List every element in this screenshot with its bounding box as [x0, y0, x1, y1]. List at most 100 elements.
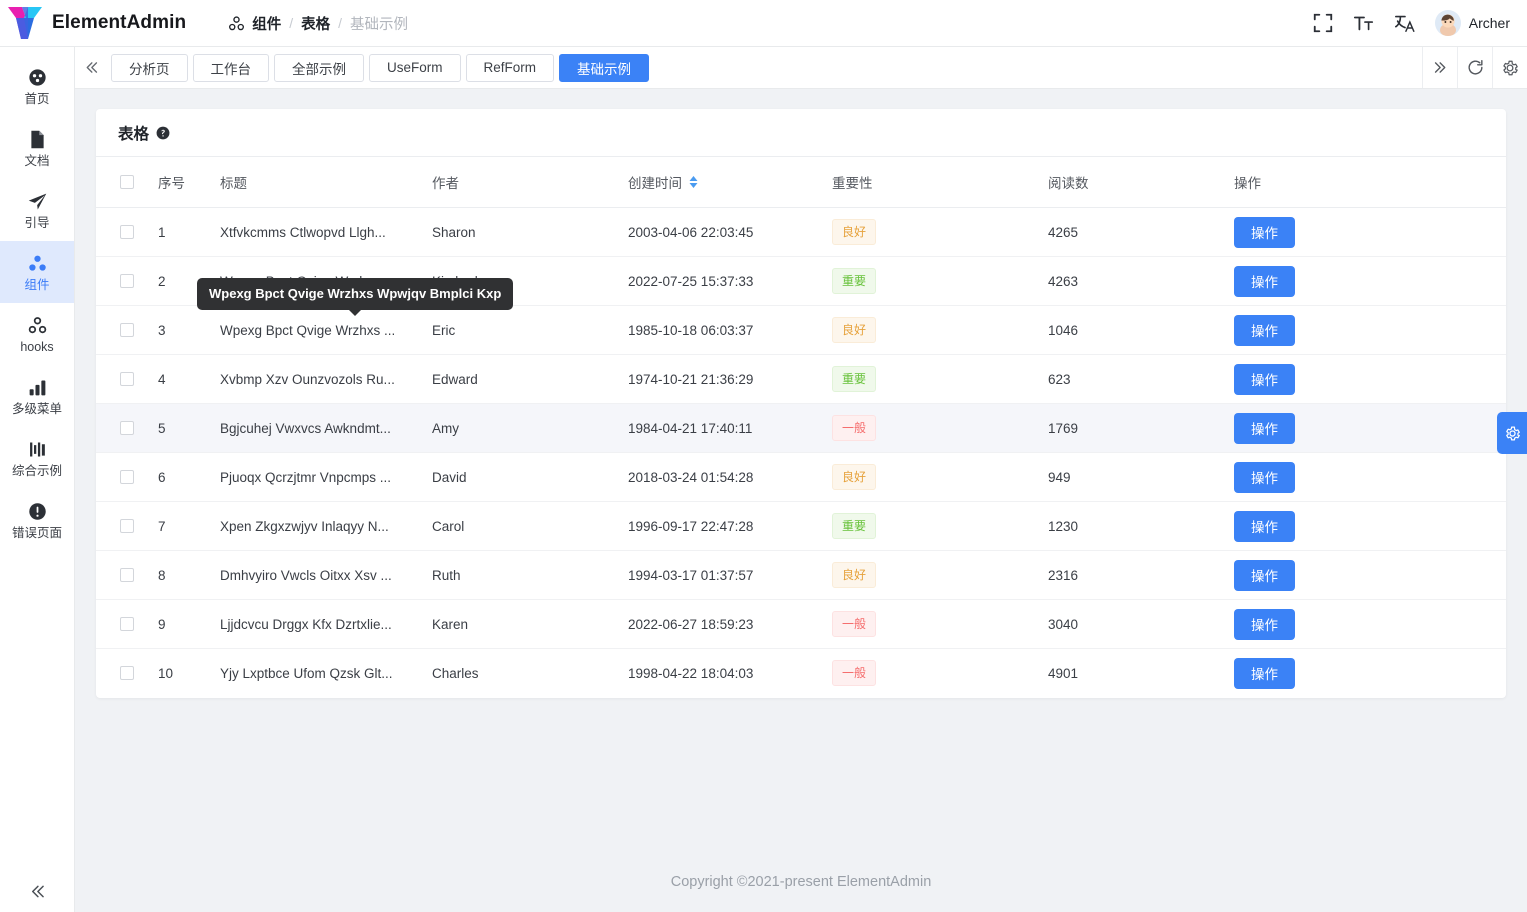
theme-settings-button[interactable] — [1497, 412, 1527, 454]
cell-title[interactable]: Xvbmp Xzv Ounzvozols Ru... — [220, 354, 432, 404]
question-mark-icon[interactable] — [156, 126, 170, 140]
cell-date: 1985-10-18 06:03:37 — [628, 305, 832, 355]
row-checkbox[interactable] — [120, 666, 134, 681]
breadcrumb-item-0[interactable]: 组件 — [252, 13, 281, 34]
row-action-button[interactable]: 操作 — [1234, 559, 1295, 591]
table-row[interactable]: 5 Bgjcuhej Vwxvcs Awkndmt... Amy 1984-04-21… — [96, 403, 1506, 453]
cell-title[interactable]: Pjuoqx Qcrzjtmr Vnpcmps ... — [220, 452, 432, 502]
sidebar-item-comprehensive[interactable]: 综合示例 — [0, 427, 74, 489]
col-header-author: 作者 — [432, 157, 628, 208]
user-menu[interactable]: Archer — [1434, 10, 1510, 36]
row-action-button[interactable]: 操作 — [1234, 314, 1295, 346]
col-header-date[interactable]: 创建时间 — [628, 157, 832, 208]
row-action-button[interactable]: 操作 — [1234, 363, 1295, 395]
cell-date: 1996-09-17 22:47:28 — [628, 501, 832, 551]
row-select-cell — [96, 452, 158, 502]
row-action-button[interactable]: 操作 — [1234, 510, 1295, 542]
cell-title[interactable]: Xpen Zkgxzwjyv Inlaqyy N... — [220, 501, 432, 551]
row-action-button[interactable]: 操作 — [1234, 216, 1295, 248]
table-row[interactable]: 9 Ljjdcvcu Drggx Kfx Dzrtxlie... Karen 2022… — [96, 599, 1506, 649]
row-checkbox[interactable] — [120, 274, 134, 288]
row-checkbox[interactable] — [120, 470, 134, 484]
row-action-button[interactable]: 操作 — [1234, 657, 1295, 689]
language-icon[interactable] — [1394, 12, 1416, 34]
cell-index: 6 — [158, 452, 220, 502]
cell-title[interactable]: Yjy Lxptbce Ufom Qzsk Glt... — [220, 649, 432, 698]
table-row[interactable]: 3 Wpexg Bpct Qvige Wrzhxs ... Eric 1985-10-… — [96, 305, 1506, 355]
row-action-button[interactable]: 操作 — [1234, 461, 1295, 493]
sidebar-item-error-page[interactable]: 错误页面 — [0, 489, 74, 551]
cell-title-text: Bgjcuhej Vwxvcs Awkndmt... — [220, 420, 391, 436]
row-checkbox[interactable] — [120, 372, 134, 386]
double-chevron-left-icon — [31, 885, 44, 897]
cell-title[interactable]: Wpexg Bpct Qvige Wrzhxs ... — [220, 305, 432, 355]
avatar — [1434, 10, 1461, 36]
cell-reads: 1046 — [1048, 305, 1234, 355]
col-header-title: 标题 — [220, 157, 432, 208]
cell-reads: 4263 — [1048, 256, 1234, 306]
tab-settings-button[interactable] — [1492, 47, 1527, 88]
collapse-sidebar-button[interactable] — [0, 870, 74, 912]
table-row[interactable]: 4 Xvbmp Xzv Ounzvozols Ru... Edward 1974-10… — [96, 354, 1506, 404]
cell-title[interactable]: Dmhvyiro Vwcls Oitxx Xsv ... — [220, 550, 432, 600]
cell-index: 7 — [158, 501, 220, 551]
table-row[interactable]: 1 Xtfvkcmms Ctlwopvd Llgh... Sharon 2003-04… — [96, 207, 1506, 257]
fullscreen-icon[interactable] — [1312, 12, 1334, 34]
table-row[interactable]: 6 Pjuoqx Qcrzjtmr Vnpcmps ... David 2018-03… — [96, 452, 1506, 502]
table-header-row: 序号 标题 作者 创建时间 重要性 阅读数 操作 — [96, 157, 1506, 208]
row-action-button[interactable]: 操作 — [1234, 265, 1295, 297]
cell-index: 8 — [158, 550, 220, 600]
table-card: 表格 序号 标题 作者 创建时间 重要性 阅读数 操作 1 Xtfvkcmms … — [96, 109, 1506, 698]
tab-scroll-left-button[interactable] — [75, 47, 107, 88]
cell-title[interactable]: Xtfvkcmms Ctlwopvd Llgh... — [220, 207, 432, 257]
sidebar-item-document[interactable]: 文档 — [0, 117, 74, 179]
cell-action: 操作 — [1234, 550, 1506, 600]
table-row[interactable]: 7 Xpen Zkgxzwjyv Inlaqyy N... Carol 1996-09… — [96, 501, 1506, 551]
breadcrumb-item-1[interactable]: 表格 — [301, 13, 330, 34]
sort-by-date[interactable]: 创建时间 — [628, 172, 699, 192]
row-checkbox[interactable] — [120, 568, 134, 582]
cell-title[interactable]: Bgjcuhej Vwxvcs Awkndmt... — [220, 403, 432, 453]
brand-title: ElementAdmin — [52, 12, 187, 33]
sidebar-item-multi-menu[interactable]: 多级菜单 — [0, 365, 74, 427]
tab-workbench[interactable]: 工作台 — [192, 53, 269, 82]
cell-importance: 重要 — [832, 501, 1048, 551]
tab-analysis[interactable]: 分析页 — [111, 53, 188, 82]
tab-more-button[interactable] — [1422, 47, 1457, 88]
sidebar-item-guide[interactable]: 引导 — [0, 179, 74, 241]
tab-all-examples[interactable]: 全部示例 — [274, 53, 364, 82]
cell-action: 操作 — [1234, 403, 1506, 453]
tab-basic-example[interactable]: 基础示例 — [559, 53, 650, 82]
row-action-button[interactable]: 操作 — [1234, 412, 1295, 444]
sidebar-item-home[interactable]: 首页 — [0, 55, 74, 117]
sidebar-label: hooks — [20, 339, 54, 354]
sort-caret-icon — [689, 176, 698, 188]
table-row[interactable]: 10 Yjy Lxptbce Ufom Qzsk Glt... Charles 199… — [96, 649, 1506, 698]
sidebar-label: 首页 — [24, 91, 50, 106]
row-checkbox[interactable] — [120, 617, 134, 631]
select-all-header — [96, 157, 158, 208]
tab-bar-actions — [1422, 47, 1527, 88]
select-all-checkbox[interactable] — [120, 175, 134, 189]
row-checkbox[interactable] — [120, 519, 134, 533]
tab-bar: 分析页 工作台 全部示例 UseForm RefForm 基础示例 — [75, 47, 1527, 89]
font-size-icon[interactable] — [1353, 12, 1375, 34]
hooks-icon — [28, 316, 46, 333]
tab-refform[interactable]: RefForm — [465, 53, 555, 82]
cell-importance: 一般 — [832, 403, 1048, 453]
row-checkbox[interactable] — [120, 225, 134, 239]
table-row[interactable]: 8 Dmhvyiro Vwcls Oitxx Xsv ... Ruth 1994-03… — [96, 550, 1506, 600]
row-checkbox[interactable] — [120, 421, 134, 435]
sidebar-label: 错误页面 — [11, 525, 62, 540]
cell-title[interactable]: Ljjdcvcu Drggx Kfx Dzrtxlie... — [220, 599, 432, 649]
refresh-button[interactable] — [1457, 47, 1492, 88]
breadcrumb-item-2: 基础示例 — [350, 16, 408, 33]
sidebar-item-hooks[interactable]: hooks — [0, 303, 74, 365]
row-checkbox[interactable] — [120, 323, 134, 337]
app-logo[interactable] — [0, 6, 50, 40]
cell-author: Amy — [432, 403, 628, 453]
row-action-button[interactable]: 操作 — [1234, 608, 1295, 640]
sidebar-item-components[interactable]: 组件 — [0, 241, 74, 303]
tab-useform[interactable]: UseForm — [369, 53, 461, 82]
logo-icon — [8, 7, 42, 39]
